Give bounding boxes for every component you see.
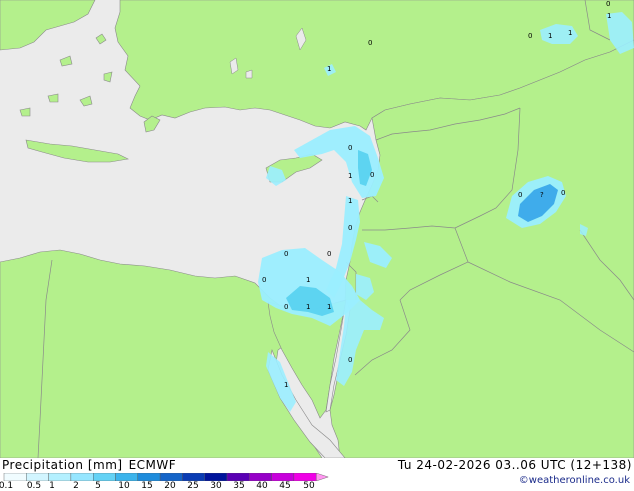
forecast-datetime: Tu 24-02-2026 03..06 UTC (12+138) xyxy=(397,458,632,472)
point-value: 1 xyxy=(568,29,572,37)
point-value: 1 xyxy=(348,197,352,205)
colorbar-swatch xyxy=(70,473,94,481)
point-value: 0 xyxy=(262,276,266,284)
point-value: 0 xyxy=(561,189,565,197)
point-value: 1 xyxy=(348,172,352,180)
colorbar-swatch xyxy=(3,473,27,481)
point-values-extra: 1 xyxy=(327,303,331,311)
model-name: ECMWF xyxy=(128,458,177,472)
point-value: 1 xyxy=(327,65,331,73)
colorbar-swatch xyxy=(48,473,72,481)
point-value: 0 xyxy=(368,39,372,47)
point-value: 0 xyxy=(518,191,522,199)
point-value: 1 xyxy=(607,12,611,20)
point-value: 0 xyxy=(348,144,352,152)
point-value: 0 xyxy=(348,224,352,232)
colorbar-swatch xyxy=(26,473,49,481)
point-value: 1 xyxy=(306,276,310,284)
point-value: 0 xyxy=(327,250,331,258)
colorbar-swatch xyxy=(204,473,228,481)
credit-link[interactable]: ©weatheronline.co.uk xyxy=(519,475,630,486)
colorbar-swatch xyxy=(249,473,272,481)
colorbar-overflow-arrow xyxy=(316,473,329,481)
precipitation-map: 0 1 0 1 0 1 1 ? 0 0 1 0 0 1 0 0 1 0 0 0 … xyxy=(0,0,634,458)
legend-footer: Precipitation [mm] ECMWF Tu 24-02-2026 03… xyxy=(0,458,634,491)
colorbar-swatch xyxy=(182,473,205,481)
legend-title-text: Precipitation [mm] xyxy=(2,458,123,472)
colorbar xyxy=(3,473,329,481)
point-value: 1 xyxy=(327,303,331,311)
point-value: ? xyxy=(540,191,544,199)
colorbar-swatch xyxy=(293,473,317,481)
colorbar-swatch xyxy=(137,473,161,481)
colorbar-swatch xyxy=(271,473,295,481)
point-value: 1 xyxy=(284,381,288,389)
point-value: 0 xyxy=(348,356,352,364)
point-value: 0 xyxy=(528,32,532,40)
legend-title: Precipitation [mm] ECMWF xyxy=(2,458,176,472)
colorbar-swatch xyxy=(159,473,183,481)
colorbar-swatch xyxy=(115,473,138,481)
colorbar-swatch xyxy=(226,473,250,481)
point-value: 0 xyxy=(284,303,288,311)
point-value: 0 xyxy=(606,0,610,8)
colorbar-swatch xyxy=(92,473,116,481)
point-value: 0 xyxy=(370,171,374,179)
point-value: 0 xyxy=(284,250,288,258)
point-value: 1 xyxy=(548,32,552,40)
point-value: 1 xyxy=(306,303,310,311)
